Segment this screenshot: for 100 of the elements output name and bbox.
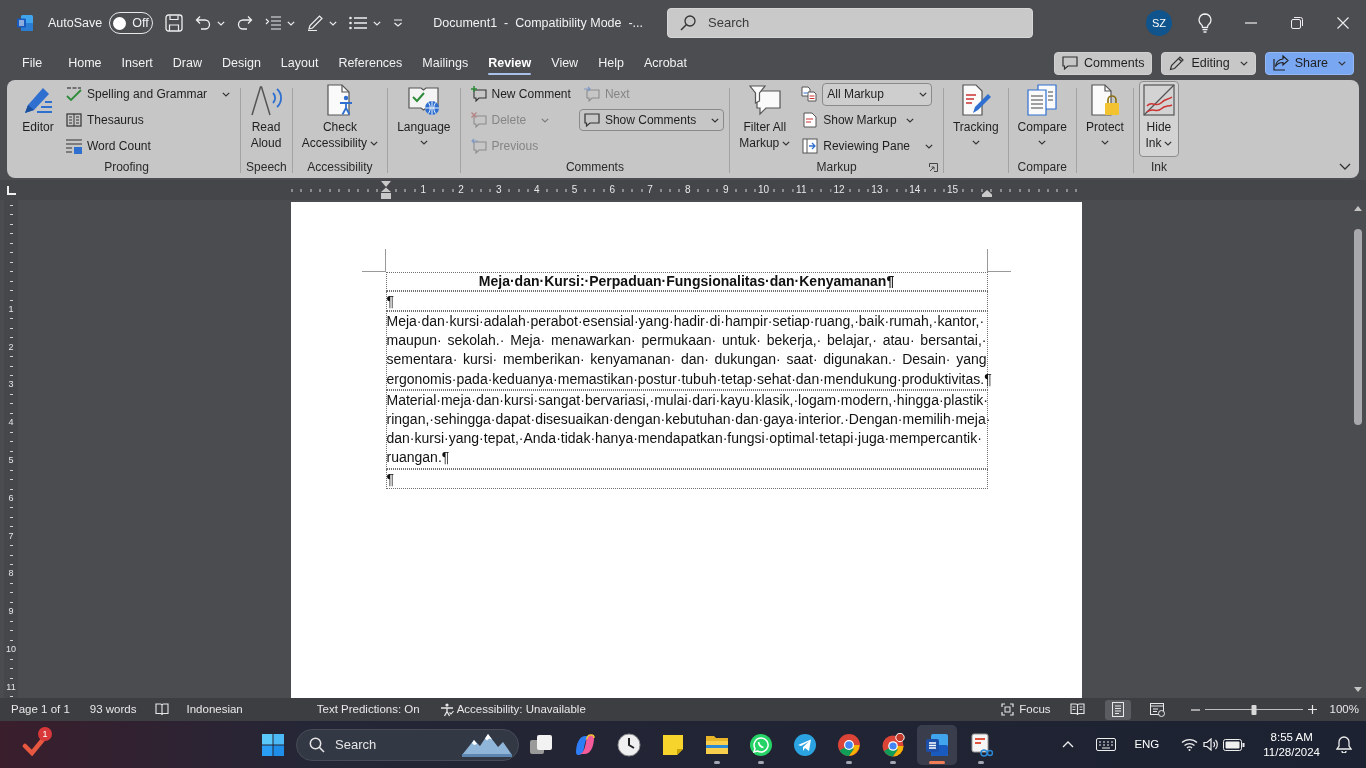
ribbon-tab[interactable]: Design — [211, 48, 271, 78]
scroll-down-icon[interactable] — [1354, 687, 1362, 692]
keyboard-icon[interactable] — [1096, 738, 1117, 751]
accessibility-person-icon[interactable] — [439, 702, 454, 717]
speaker-icon[interactable] — [1203, 738, 1219, 751]
read-mode-icon[interactable] — [1070, 703, 1086, 716]
word-count-button[interactable]: Word Count — [61, 133, 236, 159]
read-aloud-button[interactable]: Read Aloud — [246, 81, 287, 157]
start-icon[interactable] — [262, 733, 284, 756]
indent-marker-icon[interactable] — [981, 190, 992, 197]
focus-icon[interactable] — [1001, 703, 1015, 716]
markup-documents-icon[interactable] — [801, 86, 818, 102]
notification-bell-icon[interactable] — [1336, 736, 1352, 753]
ruler-number: 3 — [494, 183, 504, 196]
save-icon[interactable] — [165, 14, 184, 32]
overlapping-squares-icon[interactable] — [529, 732, 553, 757]
ribbon-tab[interactable]: File — [12, 48, 53, 78]
share-button[interactable]: Share — [1264, 51, 1354, 75]
show-comments-button[interactable]: Show Comments — [578, 109, 725, 131]
print-layout-icon[interactable] — [1111, 702, 1124, 717]
markup-dropdown[interactable]: All Markup — [822, 82, 933, 106]
filter-all-markup-button[interactable]: Filter All Markup — [735, 81, 795, 157]
clock-date[interactable]: 11/28/2024 — [1263, 744, 1320, 760]
sticky-note-icon[interactable] — [661, 732, 685, 757]
clock-time[interactable]: 8:55 AM — [1270, 729, 1313, 745]
proofing-language[interactable]: Indonesian — [186, 700, 243, 719]
reviewing-pane-button[interactable]: Reviewing Pane — [797, 133, 938, 159]
comments-button[interactable]: Comments — [1053, 51, 1153, 75]
chat-bubble-icon[interactable] — [749, 732, 773, 757]
browser-icon[interactable] — [837, 732, 861, 757]
restore-icon[interactable] — [1291, 17, 1303, 29]
language-button[interactable]: Language — [393, 81, 455, 157]
proofing-book-icon[interactable] — [154, 703, 169, 716]
account-avatar[interactable]: SZ — [1146, 10, 1172, 36]
taskbar-search[interactable]: Search — [296, 728, 519, 761]
new-comment-button[interactable]: New Comment — [465, 81, 576, 107]
ribbon-tab[interactable]: Draw — [162, 48, 212, 78]
paper-plane-icon[interactable] — [793, 732, 817, 757]
ribbon-tab[interactable]: Mailings — [412, 48, 479, 78]
bulleted-list-icon[interactable] — [349, 16, 368, 30]
show-hidden-icons-icon[interactable] — [1062, 741, 1075, 748]
ribbon-tab[interactable]: Acrobat — [633, 48, 697, 78]
caret-icon[interactable] — [373, 20, 382, 26]
show-markup-button[interactable]: Show Markup — [797, 107, 938, 133]
check-accessibility-button[interactable]: Check Accessibility — [297, 81, 383, 157]
protect-button[interactable]: Protect — [1081, 81, 1128, 157]
redo-icon[interactable] — [237, 15, 254, 31]
scroll-up-icon[interactable] — [1354, 206, 1362, 211]
editor-button[interactable]: Editor — [18, 81, 58, 157]
editing-button[interactable]: Editing — [1161, 51, 1256, 75]
ribbon-tab[interactable]: Insert — [111, 48, 163, 78]
caret-icon[interactable] — [329, 20, 338, 26]
compare-button[interactable]: Compare — [1013, 81, 1071, 157]
zoom-slider-thumb[interactable] — [1251, 704, 1257, 715]
search-field[interactable]: Search — [667, 8, 1033, 38]
dialog-launcher-icon[interactable] — [929, 162, 938, 172]
active-app-highlight[interactable] — [917, 724, 957, 765]
accessibility-status[interactable]: Accessibility: Unavailable — [456, 700, 586, 719]
caret-icon[interactable] — [287, 20, 296, 26]
ribbon-tab[interactable]: View — [541, 48, 589, 78]
scrollbar-thumb[interactable] — [1354, 229, 1362, 425]
pen-icon[interactable] — [307, 15, 324, 31]
clock-icon[interactable] — [617, 732, 641, 757]
collapse-ribbon-icon[interactable] — [1339, 163, 1351, 170]
zoom-in-icon[interactable] — [1307, 705, 1317, 714]
caret-icon[interactable] — [217, 20, 226, 26]
vertical-ruler[interactable]: 1 2 3 4 5 6 7 8 9 10 11 — [4, 200, 18, 698]
ribbon-tab[interactable]: Layout — [270, 48, 329, 78]
web-layout-icon[interactable] — [1150, 702, 1166, 717]
zoom-out-icon[interactable] — [1190, 708, 1200, 711]
indent-lines-icon[interactable] — [265, 16, 282, 30]
ribbon-tab[interactable]: Home — [58, 48, 112, 78]
customize-toolbar-icon[interactable] — [393, 19, 404, 27]
ribbon-tab[interactable]: References — [328, 48, 413, 78]
thesaurus-button[interactable]: Thesaurus — [61, 107, 236, 133]
comment-plus-icon — [470, 86, 487, 102]
ribbon-tab[interactable]: Review — [478, 48, 542, 78]
word-count[interactable]: 93 words — [89, 700, 137, 719]
tracking-button[interactable]: Tracking — [949, 81, 1003, 157]
hide-ink-button[interactable]: Hide Ink — [1138, 81, 1179, 157]
ribbon-tab[interactable]: Help — [588, 48, 634, 78]
document-app-icon[interactable] — [17, 15, 33, 31]
text-predictions-status[interactable]: Text Predictions: On — [316, 700, 420, 719]
zoom-percentage[interactable]: 100% — [1329, 700, 1359, 719]
document-app-icon[interactable] — [925, 732, 949, 757]
group-label: Speech — [246, 159, 287, 176]
indent-marker-icon[interactable] — [380, 181, 391, 199]
tab-stop-icon[interactable] — [6, 185, 16, 195]
focus-mode-button[interactable]: Focus — [1019, 700, 1051, 719]
lightbulb-icon[interactable] — [1198, 13, 1212, 33]
spelling-grammar-button[interactable]: Spelling and Grammar — [61, 81, 236, 107]
swirl-logo-icon[interactable] — [573, 732, 597, 757]
page-indicator[interactable]: Page 1 of 1 — [11, 700, 70, 719]
battery-icon[interactable] — [1223, 738, 1246, 751]
input-language[interactable]: ENG — [1134, 735, 1160, 754]
undo-icon[interactable] — [195, 15, 212, 31]
wifi-icon[interactable] — [1181, 738, 1199, 751]
close-icon[interactable] — [1337, 17, 1349, 29]
screenshot-tool-icon[interactable] — [969, 732, 993, 757]
browser-profile-icon[interactable] — [881, 732, 905, 757]
